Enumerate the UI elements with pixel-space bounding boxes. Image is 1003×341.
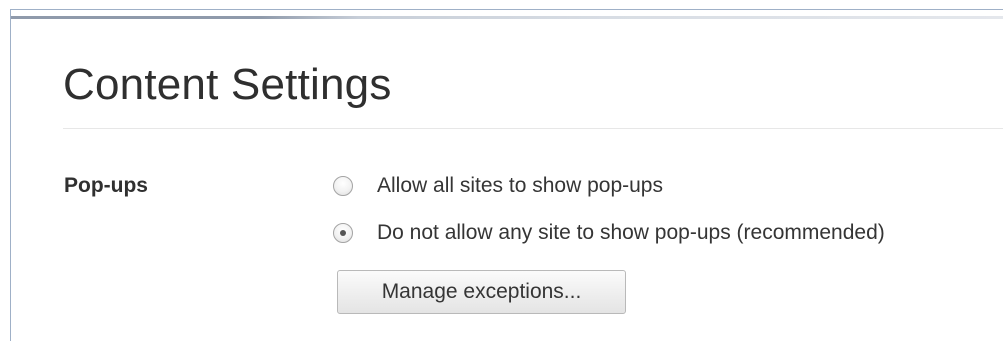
radio-button-allow-popups[interactable] [333, 176, 353, 196]
radio-label-block-popups[interactable]: Do not allow any site to show pop-ups (r… [377, 220, 885, 246]
radio-option-block-popups[interactable]: Do not allow any site to show pop-ups (r… [333, 219, 885, 247]
page-title: Content Settings [63, 60, 392, 109]
radio-option-allow-popups[interactable]: Allow all sites to show pop-ups [333, 172, 663, 200]
radio-button-block-popups[interactable] [333, 223, 353, 243]
radio-label-allow-popups[interactable]: Allow all sites to show pop-ups [377, 173, 663, 199]
title-divider [63, 128, 1003, 129]
radio-selected-dot [340, 230, 346, 236]
window-top-border [11, 16, 1003, 19]
manage-exceptions-button[interactable]: Manage exceptions... [337, 270, 626, 314]
popups-section-label: Pop-ups [64, 174, 148, 197]
content-settings-panel: Content Settings Pop-ups Allow all sites… [10, 9, 1003, 341]
